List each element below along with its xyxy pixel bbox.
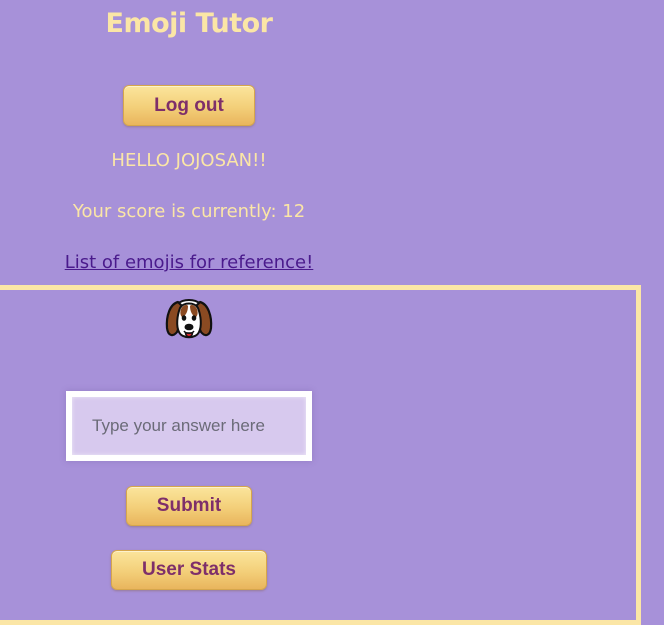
score-text: Your score is currently: 12 [72, 201, 306, 222]
app-title: Emoji Tutor [105, 8, 273, 39]
answer-field-frame [66, 391, 312, 461]
user-stats-button[interactable]: User Stats [111, 550, 267, 590]
logout-button[interactable]: Log out [123, 85, 255, 126]
submit-button[interactable]: Submit [126, 486, 252, 526]
greeting-text: HELLO JOJOSAN!! [111, 150, 267, 171]
answer-input[interactable] [72, 397, 306, 455]
emoji-reference-link[interactable]: List of emojis for reference! [0, 252, 378, 273]
dog-face-icon [164, 296, 214, 346]
